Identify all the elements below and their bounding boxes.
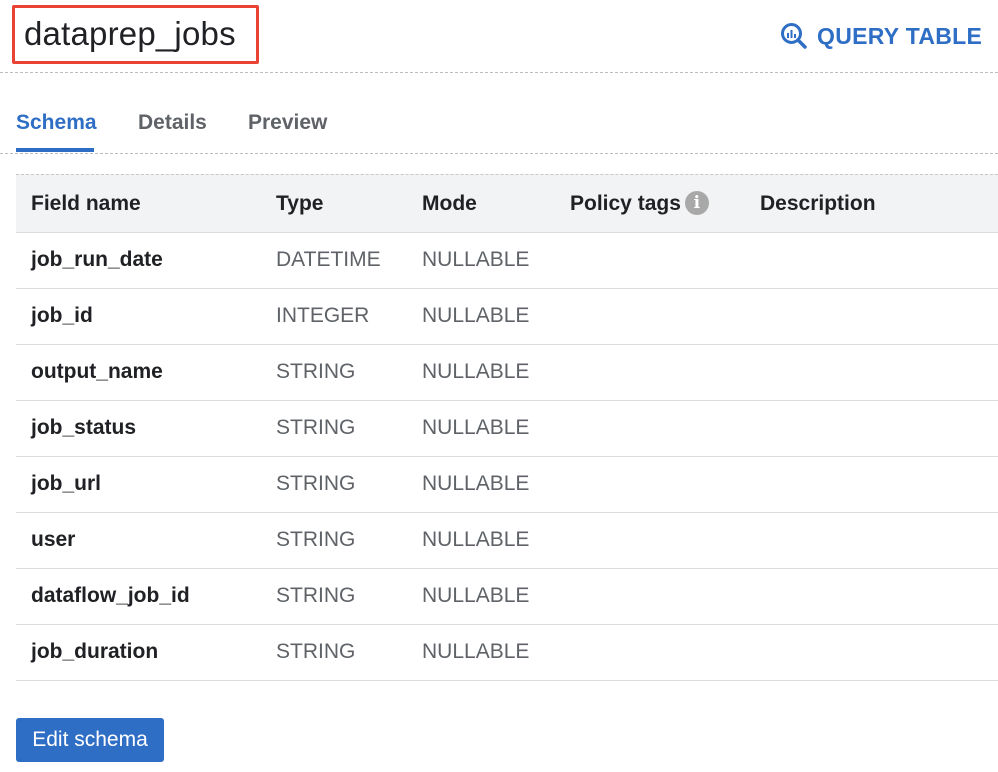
column-header-type: Type: [276, 192, 324, 215]
query-table-button[interactable]: QUERY TABLE: [780, 18, 982, 54]
table-row[interactable]: job_run_date DATETIME NULLABLE: [16, 233, 998, 289]
field-type-cell: STRING: [276, 640, 356, 663]
query-table-label: QUERY TABLE: [817, 22, 983, 49]
field-mode-cell: NULLABLE: [422, 248, 530, 271]
field-name-cell: job_url: [31, 472, 102, 495]
column-header-field-name: Field name: [31, 192, 141, 215]
field-mode-cell: NULLABLE: [422, 416, 530, 439]
edit-schema-button[interactable]: Edit schema: [16, 718, 164, 762]
table-row[interactable]: output_name STRING NULLABLE: [16, 345, 998, 401]
query-search-icon: [781, 23, 807, 49]
field-type-cell: STRING: [276, 472, 356, 495]
field-name-cell: job_duration: [31, 640, 159, 663]
field-type-cell: STRING: [276, 416, 356, 439]
active-tab-indicator: [16, 148, 94, 152]
page-title: dataprep_jobs: [24, 15, 236, 52]
column-header-policy-tags: Policy tags i: [570, 190, 709, 218]
field-mode-cell: NULLABLE: [422, 472, 530, 495]
tab-bar: Schema Details Preview: [0, 73, 998, 154]
table-header-row: Field name Type Mode Policy tags i Descri…: [16, 174, 998, 233]
field-mode-cell: NULLABLE: [422, 528, 530, 551]
field-mode-cell: NULLABLE: [422, 304, 530, 327]
field-name-cell: job_run_date: [31, 248, 163, 271]
field-name-cell: dataflow_job_id: [31, 584, 190, 607]
field-name-cell: output_name: [31, 360, 163, 383]
table-row[interactable]: job_id INTEGER NULLABLE: [16, 289, 998, 345]
policy-tags-label: Policy tags: [570, 192, 681, 215]
column-header-description: Description: [760, 192, 876, 215]
table-row[interactable]: job_status STRING NULLABLE: [16, 401, 998, 457]
tab-schema[interactable]: Schema: [16, 109, 97, 137]
field-name-cell: job_status: [31, 416, 137, 439]
table-row[interactable]: dataflow_job_id STRING NULLABLE: [16, 569, 998, 625]
tab-preview[interactable]: Preview: [248, 109, 327, 137]
field-type-cell: STRING: [276, 584, 356, 607]
schema-table: Field name Type Mode Policy tags i Descri…: [16, 174, 998, 681]
table-row[interactable]: job_url STRING NULLABLE: [16, 457, 998, 513]
field-mode-cell: NULLABLE: [422, 584, 530, 607]
field-mode-cell: NULLABLE: [422, 640, 530, 663]
table-row[interactable]: job_duration STRING NULLABLE: [16, 625, 998, 681]
table-body: job_run_date DATETIME NULLABLE job_id INTEGE…: [16, 233, 998, 681]
info-icon[interactable]: i: [684, 191, 709, 215]
column-header-mode: Mode: [422, 192, 477, 215]
field-type-cell: DATETIME: [276, 248, 381, 271]
page-header: dataprep_jobs QUERY TABLE: [0, 0, 998, 73]
field-type-cell: INTEGER: [276, 304, 370, 327]
field-mode-cell: NULLABLE: [422, 360, 530, 383]
table-row[interactable]: user STRING NULLABLE: [16, 513, 998, 569]
field-name-cell: user: [31, 528, 76, 551]
field-name-cell: job_id: [31, 304, 93, 327]
tab-details[interactable]: Details: [138, 109, 207, 137]
field-type-cell: STRING: [276, 528, 356, 551]
field-type-cell: STRING: [276, 360, 356, 383]
